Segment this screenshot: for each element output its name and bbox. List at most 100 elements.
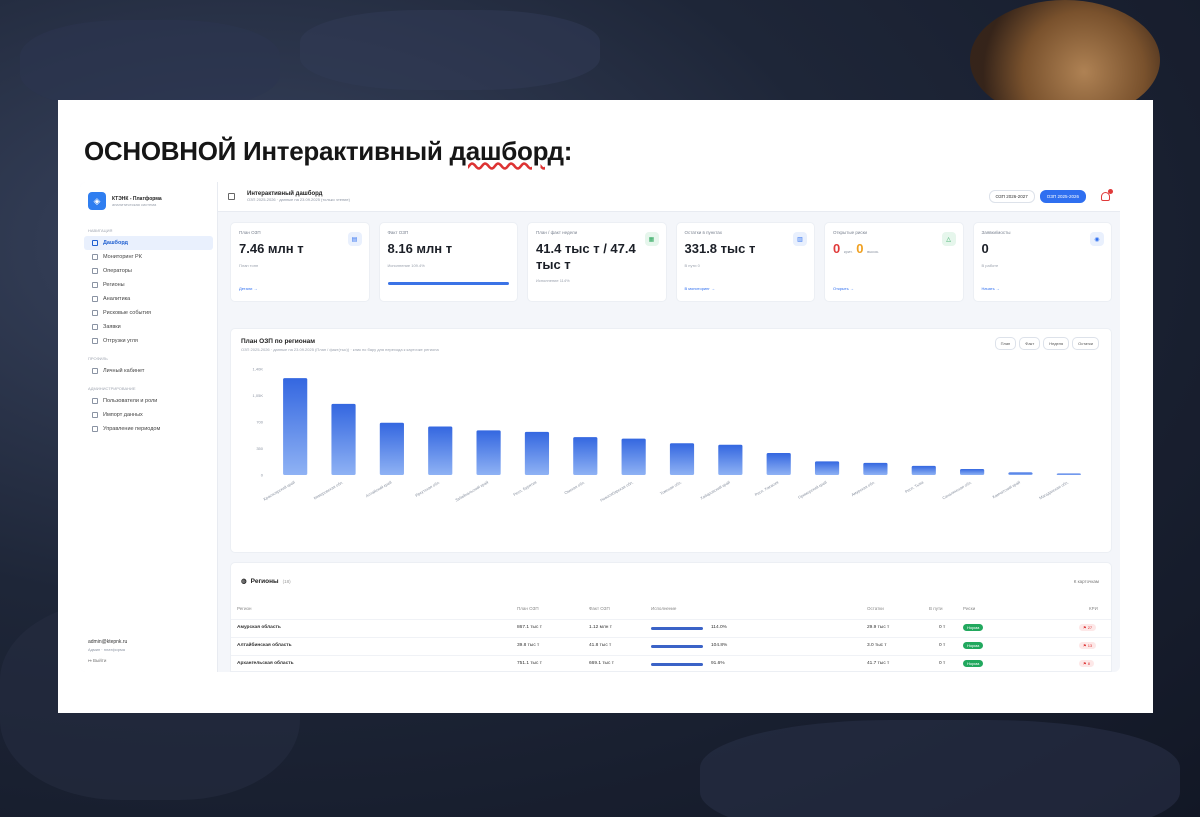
nav-group-label: Навигация — [88, 228, 113, 233]
bar[interactable] — [476, 430, 501, 475]
sidebar-item-label: Личный кабинет — [103, 368, 145, 374]
cell-exec: 104.8% — [711, 643, 728, 648]
x-tick-label: Иркутская обл. — [414, 480, 441, 498]
kri-badge[interactable]: ⚑ 27 — [1079, 624, 1097, 631]
col-exec[interactable]: Исполнение — [651, 606, 676, 611]
bar[interactable] — [1008, 472, 1033, 475]
filter-plan[interactable]: План — [994, 337, 1017, 350]
kpi-link[interactable]: Открыть → — [833, 286, 854, 291]
bar[interactable] — [379, 422, 404, 475]
table-row[interactable]: Алтайбинская область 39.8 тыс т 41.8 тыс т… — [231, 637, 1111, 655]
slide-title: ОСНОВНОЙ Интерактивный дашборд: — [84, 136, 572, 167]
sidebar-item[interactable]: Заявки — [84, 320, 213, 334]
bar[interactable] — [524, 431, 550, 475]
region-chart-card: План ОЗП по регионам ОЗП 2025-2026 · дан… — [230, 328, 1112, 553]
bar[interactable] — [283, 378, 308, 475]
period-current-button[interactable]: ОЗП 2025-2026 — [1039, 190, 1086, 203]
x-tick-label: Новосибирская обл. — [599, 480, 634, 503]
kpi-card-fact[interactable]: Факт ОЗП 8.16 млн т Исполнение 109.4% — [378, 222, 518, 302]
col-transit[interactable]: В пути — [929, 606, 943, 611]
kpi-link[interactable]: В мониторинг → — [685, 286, 715, 291]
bar[interactable] — [1056, 473, 1081, 475]
bar[interactable] — [428, 426, 453, 475]
col-fact[interactable]: Факт ОЗП — [589, 606, 610, 611]
cell-fact: 41.8 тыс т — [589, 643, 612, 648]
bar[interactable] — [814, 461, 840, 475]
kpi-link[interactable]: Начать → — [982, 286, 1000, 291]
kpi-sub: Исполнение 109.4% — [387, 262, 425, 268]
kpi-sub: В пути 0 — [684, 262, 700, 268]
sidebar-item[interactable]: Личный кабинет — [84, 364, 213, 378]
user-icon: ◉ — [1090, 232, 1104, 246]
bar[interactable] — [911, 465, 936, 475]
kri-badge[interactable]: ⚑ 13 — [1079, 642, 1097, 649]
logo-icon: ◈ — [88, 192, 106, 210]
filter-stock[interactable]: Остатки — [1072, 337, 1099, 350]
x-tick-label: Респ. Бурятия — [512, 480, 537, 497]
kpi-sub: В работе — [981, 262, 999, 268]
col-plan[interactable]: План ОЗП — [517, 606, 539, 611]
table-count: (18) — [282, 578, 291, 584]
col-risk[interactable]: Риски — [963, 606, 975, 611]
bell-icon[interactable] — [1101, 189, 1113, 201]
kpi-card-week[interactable]: План / факт недели 41.4 тыс т / 47.4 тыс… — [527, 222, 667, 302]
kri-badge[interactable]: ⚑ 8 — [1079, 660, 1094, 667]
logout-button[interactable]: ↦ Выйти — [88, 658, 127, 664]
sidebar-item-label: Регионы — [103, 282, 125, 288]
col-region[interactable]: Регион — [237, 606, 251, 611]
brand[interactable]: ◈ КТЭНК - Платформа аналитическая систем… — [80, 182, 217, 220]
y-tick-label: 350 — [256, 446, 263, 451]
regions-table-card: ◍ Регионы (18) К карточкам Регион План О… — [230, 562, 1112, 672]
kpi-label: Заявки/мосты — [981, 230, 1011, 235]
high-risk-count: 0 — [856, 241, 864, 256]
sidebar-item-label: Управление периодом — [103, 426, 161, 432]
bar[interactable] — [863, 462, 888, 475]
sidebar-item[interactable]: Рисковые события — [84, 306, 213, 320]
sidebar-item[interactable]: Импорт данных — [84, 408, 213, 422]
nav-icon — [92, 338, 98, 344]
background-rock — [20, 20, 280, 110]
kpi-sub: План тонн — [239, 262, 259, 268]
sidebar-item[interactable]: Регионы — [84, 278, 213, 292]
sidebar-item[interactable]: Пользователи и роли — [84, 394, 213, 408]
filter-week[interactable]: Неделя — [1043, 337, 1070, 350]
x-tick-label: Омская обл. — [563, 480, 585, 496]
user-role: Админ · платформа — [88, 647, 125, 652]
high-risk-unit: высок. — [867, 249, 880, 254]
bar[interactable] — [766, 453, 791, 475]
table-link[interactable]: К карточкам — [1074, 579, 1099, 584]
kpi-card-requests[interactable]: Заявки/мосты 0 В работе Начать → ◉ — [972, 222, 1112, 302]
bar[interactable] — [621, 438, 646, 475]
nav-icon — [92, 296, 98, 302]
table-row[interactable]: Амурская область 867.1 тыс т 1.12 млн т 114… — [231, 619, 1111, 637]
col-kri[interactable]: КРИ — [1089, 606, 1098, 611]
bar[interactable] — [960, 468, 985, 475]
bar[interactable] — [718, 444, 743, 475]
filter-fact[interactable]: Факт — [1019, 337, 1041, 350]
logout-label: Выйти — [93, 658, 107, 663]
sidebar-item[interactable]: Операторы — [84, 264, 213, 278]
sidebar-item[interactable]: Мониторинг РК — [84, 250, 213, 264]
bar[interactable] — [331, 403, 356, 475]
sidebar-item[interactable]: Управление периодом — [84, 422, 213, 436]
sidebar-item[interactable]: Отгрузки угля — [84, 334, 213, 348]
y-tick-label: 0 — [261, 473, 264, 478]
kpi-card-plan[interactable]: План ОЗП 7.46 млн т План тонн Детали → ▤ — [230, 222, 370, 302]
kpi-card-stock[interactable]: Остатки в пунктах 331.8 тыс т В пути 0 В… — [675, 222, 815, 302]
bar[interactable] — [669, 443, 695, 475]
kpi-link[interactable]: Детали → — [239, 286, 258, 291]
bar[interactable] — [573, 437, 598, 475]
table-title: ◍ Регионы (18) — [241, 577, 291, 586]
sidebar-item[interactable]: Аналитика — [84, 292, 213, 306]
calendar-icon: ▦ — [644, 232, 659, 246]
sidebar-toggle-icon[interactable] — [228, 193, 235, 200]
sidebar-item[interactable]: Дашборд — [84, 236, 213, 250]
kpi-card-risks[interactable]: Открытые риски 0 крит. 0 высок. Открыть … — [824, 222, 964, 302]
kpi-value: 0 крит. 0 высок. — [833, 241, 955, 257]
sidebar-item-label: Пользователи и роли — [103, 398, 158, 404]
kpi-label: План / факт недели — [536, 230, 578, 235]
table-row[interactable]: Архангельская область 751.1 тыс т 669.1 ты… — [231, 655, 1111, 672]
col-stock[interactable]: Остатки — [867, 606, 884, 611]
cell-stock: 3.0 тыс т — [867, 643, 887, 648]
period-prev-button[interactable]: ОЗП 2026-2027 — [988, 190, 1035, 203]
